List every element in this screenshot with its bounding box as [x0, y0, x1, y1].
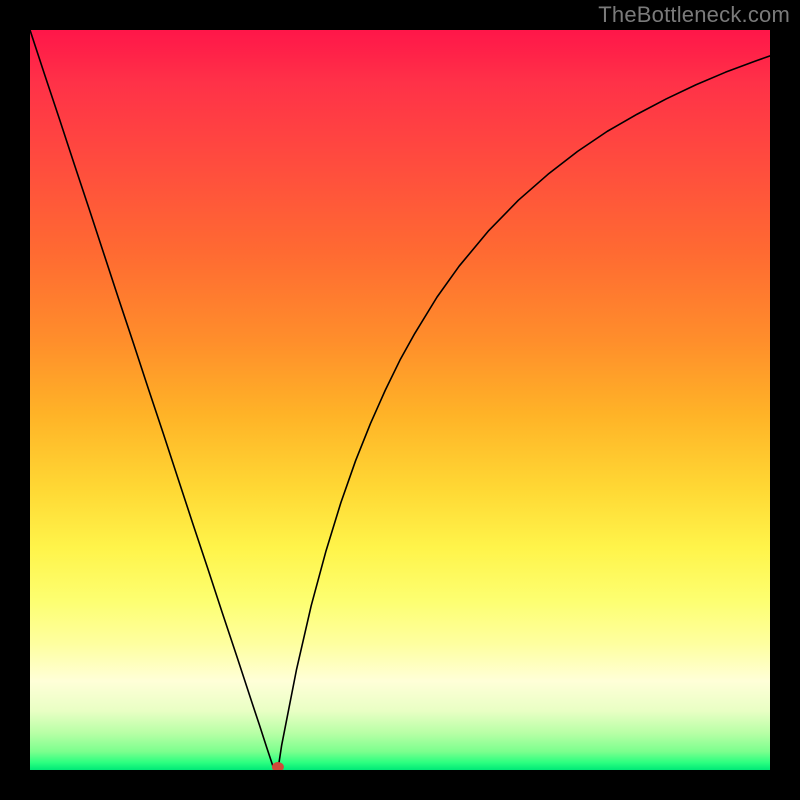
bottleneck-curve: [30, 30, 770, 770]
plot-svg: [30, 30, 770, 770]
chart-frame: TheBottleneck.com: [0, 0, 800, 800]
watermark-text: TheBottleneck.com: [598, 2, 790, 28]
plot-area: [30, 30, 770, 770]
optimum-marker: [272, 762, 284, 770]
